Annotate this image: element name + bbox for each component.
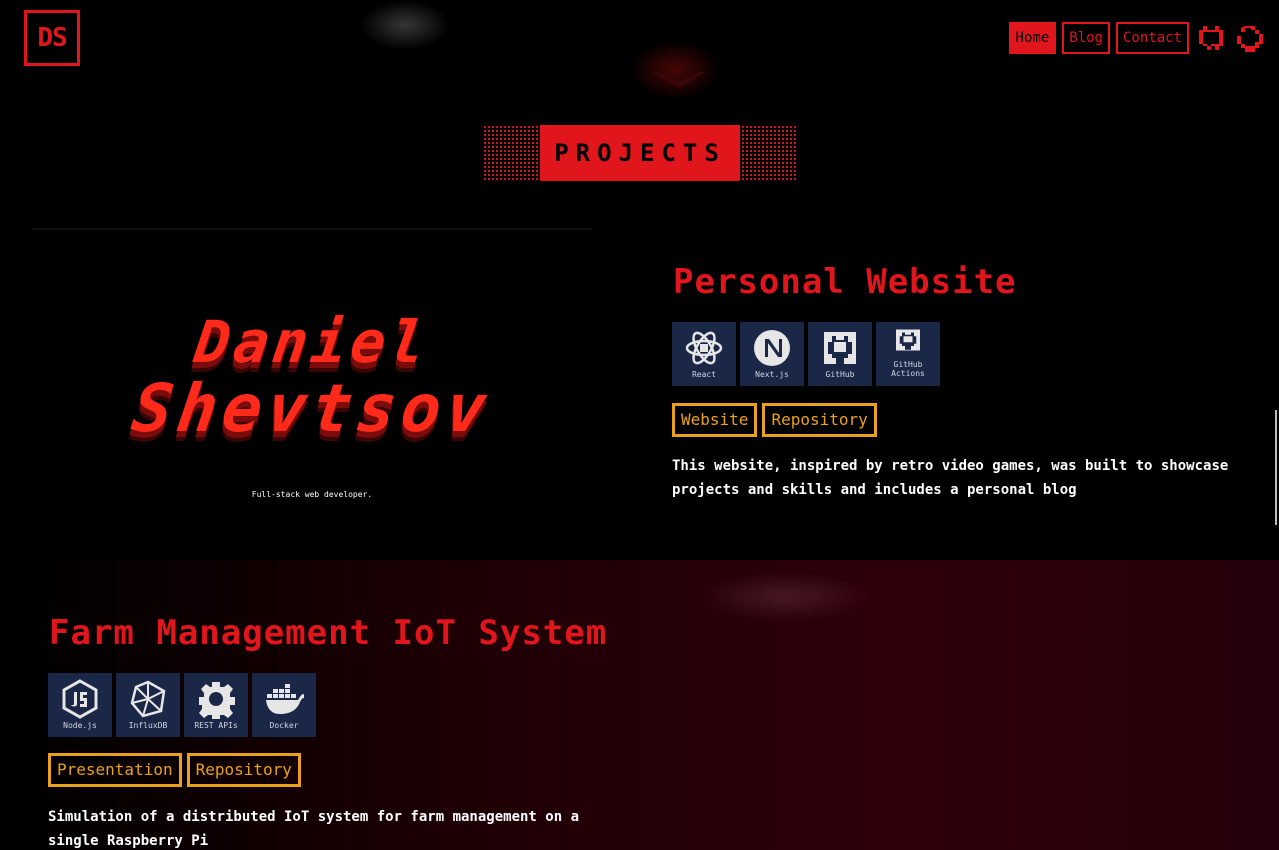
project-title: Farm Management IoT System	[49, 613, 608, 653]
project-description: This website, inspired by retro video ga…	[672, 458, 1229, 498]
website-link[interactable]: Website	[672, 403, 758, 437]
scroll-chevron-icon	[652, 72, 706, 88]
repository-link[interactable]: Repository	[186, 753, 301, 787]
docker-icon	[266, 684, 304, 714]
tech-badge-github: GitHub	[808, 322, 872, 386]
tech-label: Next.js	[755, 370, 789, 379]
preview-tagline: Full-stack web developer.	[251, 490, 373, 499]
project-links: Presentation Repository	[48, 753, 301, 787]
section-heading: PROJECTS	[554, 139, 726, 167]
project-preview-image[interactable]: Daniel Shevtsov Full-stack web developer…	[32, 228, 592, 540]
nav-contact[interactable]: Contact	[1115, 22, 1189, 54]
presentation-link[interactable]: Presentation	[48, 753, 182, 787]
nav-blog[interactable]: Blog	[1062, 22, 1110, 54]
project-title: Personal Website	[673, 262, 1017, 302]
tech-label: GitHub Actions	[891, 360, 925, 378]
nav-home[interactable]: Home	[1008, 22, 1057, 54]
tech-badges: Node.js InfluxDB REST APIs Docker	[48, 673, 316, 737]
tech-badge-react: React	[672, 322, 736, 386]
preview-last-name: Shevtsov	[127, 370, 497, 447]
banner-box: PROJECTS	[540, 125, 740, 181]
projects-banner: PROJECTS	[483, 125, 797, 181]
background-glow	[700, 572, 870, 622]
tech-label: Docker	[269, 721, 299, 730]
project-description: Simulation of a distributed IoT system f…	[48, 809, 580, 849]
tech-badge-rest-apis: REST APIs	[184, 673, 248, 737]
scrollbar[interactable]	[1275, 410, 1277, 525]
tech-badge-nodejs: Node.js	[48, 673, 112, 737]
preview-top-edge	[32, 228, 592, 230]
tech-badge-influxdb: InfluxDB	[116, 673, 180, 737]
background-glow	[360, 0, 450, 50]
tech-badge-nextjs: Next.js	[740, 322, 804, 386]
react-icon	[685, 331, 723, 365]
nextjs-icon	[754, 330, 790, 366]
logo-text: DS	[37, 23, 67, 53]
tech-label: GitHub	[825, 370, 855, 379]
tech-badges: React Next.js GitHub GitHub Actions	[672, 322, 940, 386]
main-nav: Home Blog Contact	[1008, 22, 1265, 54]
github-icon[interactable]	[1195, 22, 1227, 54]
project-links: Website Repository	[672, 403, 877, 437]
gear-icon	[199, 682, 235, 719]
tech-label: Node.js	[63, 721, 97, 730]
nodejs-icon	[62, 679, 98, 719]
influxdb-icon	[130, 680, 166, 718]
theme-toggle-icon[interactable]	[1233, 22, 1265, 54]
tech-label: React	[691, 370, 717, 379]
github-actions-icon	[896, 329, 920, 351]
repository-link[interactable]: Repository	[762, 403, 877, 437]
tech-label: REST APIs	[194, 721, 238, 730]
tech-badge-github-actions: GitHub Actions	[876, 322, 940, 386]
tech-label: InfluxDB	[128, 721, 168, 730]
banner-dither-left	[483, 125, 543, 181]
banner-dither-right	[737, 125, 797, 181]
tech-badge-docker: Docker	[252, 673, 316, 737]
preview-first-name: Daniel	[190, 308, 434, 376]
github-icon	[824, 332, 856, 364]
site-logo[interactable]: DS	[24, 10, 80, 66]
